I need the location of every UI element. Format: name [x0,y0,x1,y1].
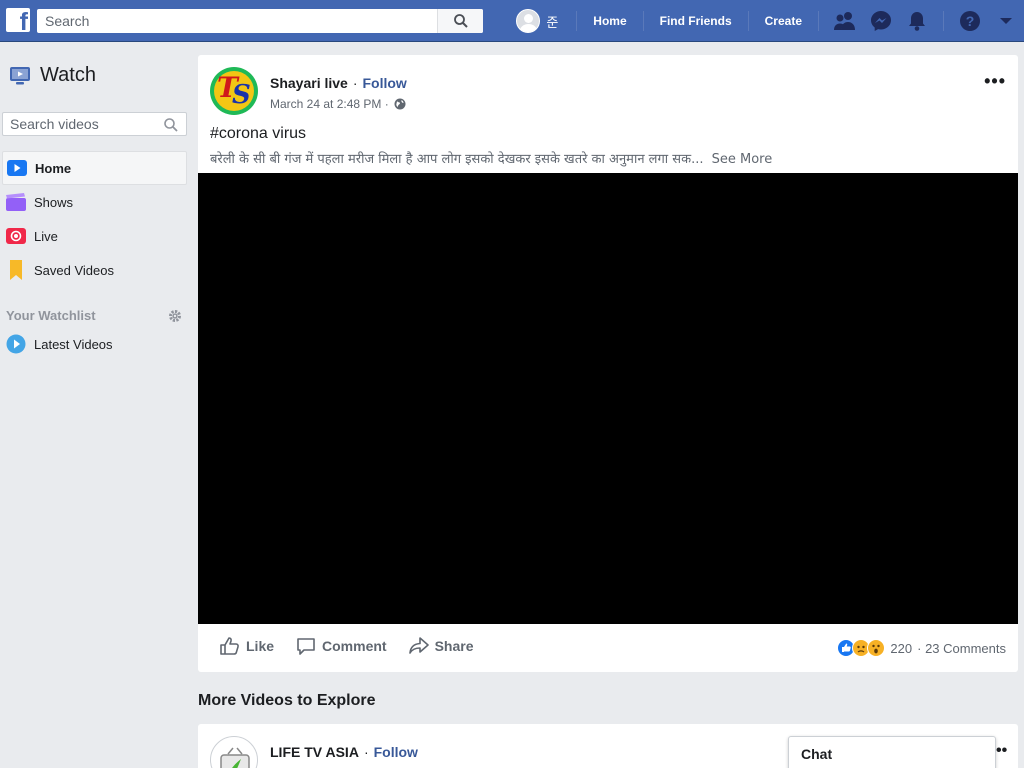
nav-find-friends-link[interactable]: Find Friends [652,14,740,28]
play-circle-icon [6,334,26,354]
post-text: बरेली के सी बी गंज में पहला मरीज मिला है… [210,152,704,167]
sidebar-item-saved-videos[interactable]: Saved Videos [2,253,187,287]
watchlist-title: Your Watchlist [6,308,96,323]
separator-dot: · [352,75,358,91]
profile-link[interactable]: 준 [516,9,558,33]
sidebar-item-label: Saved Videos [34,262,114,278]
search-icon [454,14,468,28]
account-menu-button[interactable] [988,0,1024,42]
post-meta: March 24 at 2:48 PM · [270,97,406,111]
play-icon [7,158,27,178]
wow-reaction-icon [867,639,886,657]
page-avatar[interactable] [210,736,258,768]
more-options-icon[interactable]: •• [996,742,1007,760]
sidebar-item-label: Home [35,160,72,176]
post-actions: Like Comment Share [220,637,496,655]
watchlist-item-latest-videos[interactable]: Latest Videos [6,334,113,354]
globe-icon [394,98,406,110]
profile-name: 준 [546,15,559,31]
watch-header: Watch [9,64,96,87]
messenger-button[interactable] [863,0,899,42]
divider [642,11,644,31]
comment-label: Comment [322,638,387,654]
thumbs-up-icon [220,637,239,655]
share-button[interactable]: Share [408,637,474,655]
notifications-button[interactable] [899,0,935,42]
nav-create-link[interactable]: Create [757,14,810,28]
follow-button[interactable]: Follow [374,744,418,760]
friends-icon [834,12,855,30]
comments-count-link[interactable]: · 23 Comments [917,641,1006,656]
more-options-icon[interactable]: ••• [984,71,1006,92]
post-header: Shayari live · Follow [270,75,407,91]
watchlist-header: Your Watchlist [6,308,182,323]
sidebar-item-label: Live [34,228,58,244]
post-title: #corona virus [210,125,307,142]
like-button[interactable]: Like [220,637,274,655]
global-search-box [37,9,483,33]
page-name-link[interactable]: Shayari live [270,75,348,91]
live-icon [6,226,26,246]
like-label: Like [246,638,275,654]
bell-icon [909,12,925,31]
post-timestamp[interactable]: March 24 at 2:48 PM · [270,97,389,111]
search-button[interactable] [437,9,483,33]
facebook-logo-icon[interactable]: f [6,8,30,32]
reaction-count: 220 [890,640,913,656]
top-nav: 준 Home Find Friends Create ? [516,0,1024,42]
help-icon: ? [960,11,980,31]
see-more-link[interactable]: See More [712,152,773,167]
follow-button[interactable]: Follow [363,75,407,91]
comment-button[interactable]: Comment [296,637,387,655]
sidebar-item-home[interactable]: Home [2,151,187,185]
divider [747,11,749,31]
reactions-summary[interactable]: 220 · 23 Comments [837,639,1006,657]
svg-text:?: ? [966,13,975,29]
friend-requests-button[interactable] [827,0,863,42]
comment-icon [297,638,315,655]
sidebar-item-label: Shows [34,194,74,210]
page-name-link[interactable]: LIFE TV ASIA [270,744,359,760]
global-search-input[interactable] [37,9,437,33]
nav-home-link[interactable]: Home [585,14,634,28]
post-header: LIFE TV ASIA · Follow [270,744,418,760]
divider [576,11,578,31]
search-icon[interactable] [164,118,178,132]
top-navigation-bar: f 준 Home Find Friends Create ? [0,0,1024,42]
divider [943,11,944,31]
clapper-icon [6,192,26,212]
help-button[interactable]: ? [952,0,988,42]
sidebar-item-shows[interactable]: Shows [2,185,187,219]
post-description: बरेली के सी बी गंज में पहला मरीज मिला है… [210,149,772,167]
page-avatar[interactable]: TS [210,67,258,115]
page-title: Watch [40,64,96,86]
messenger-icon [871,11,891,31]
watchlist-item-label: Latest Videos [34,336,113,352]
bookmark-icon [6,260,26,280]
watch-tv-icon [10,66,30,84]
gear-icon[interactable] [168,309,182,323]
chat-tab[interactable]: Chat [788,736,996,768]
video-search-input[interactable] [3,113,158,135]
sidebar-item-live[interactable]: Live [2,219,187,253]
separator-dot: · [363,744,369,760]
divider [818,11,819,31]
video-player[interactable] [198,173,1018,624]
video-search-box [2,112,187,136]
avatar [516,9,541,33]
share-label: Share [434,638,474,654]
video-post-card: TS Shayari live · Follow March 24 at 2:4… [198,55,1018,672]
caret-down-icon [1000,18,1012,24]
watch-sidebar-nav: Home Shows Live Saved Videos [2,151,187,287]
share-icon [408,637,429,654]
more-videos-heading: More Videos to Explore [198,692,376,709]
chat-label: Chat [801,746,833,762]
